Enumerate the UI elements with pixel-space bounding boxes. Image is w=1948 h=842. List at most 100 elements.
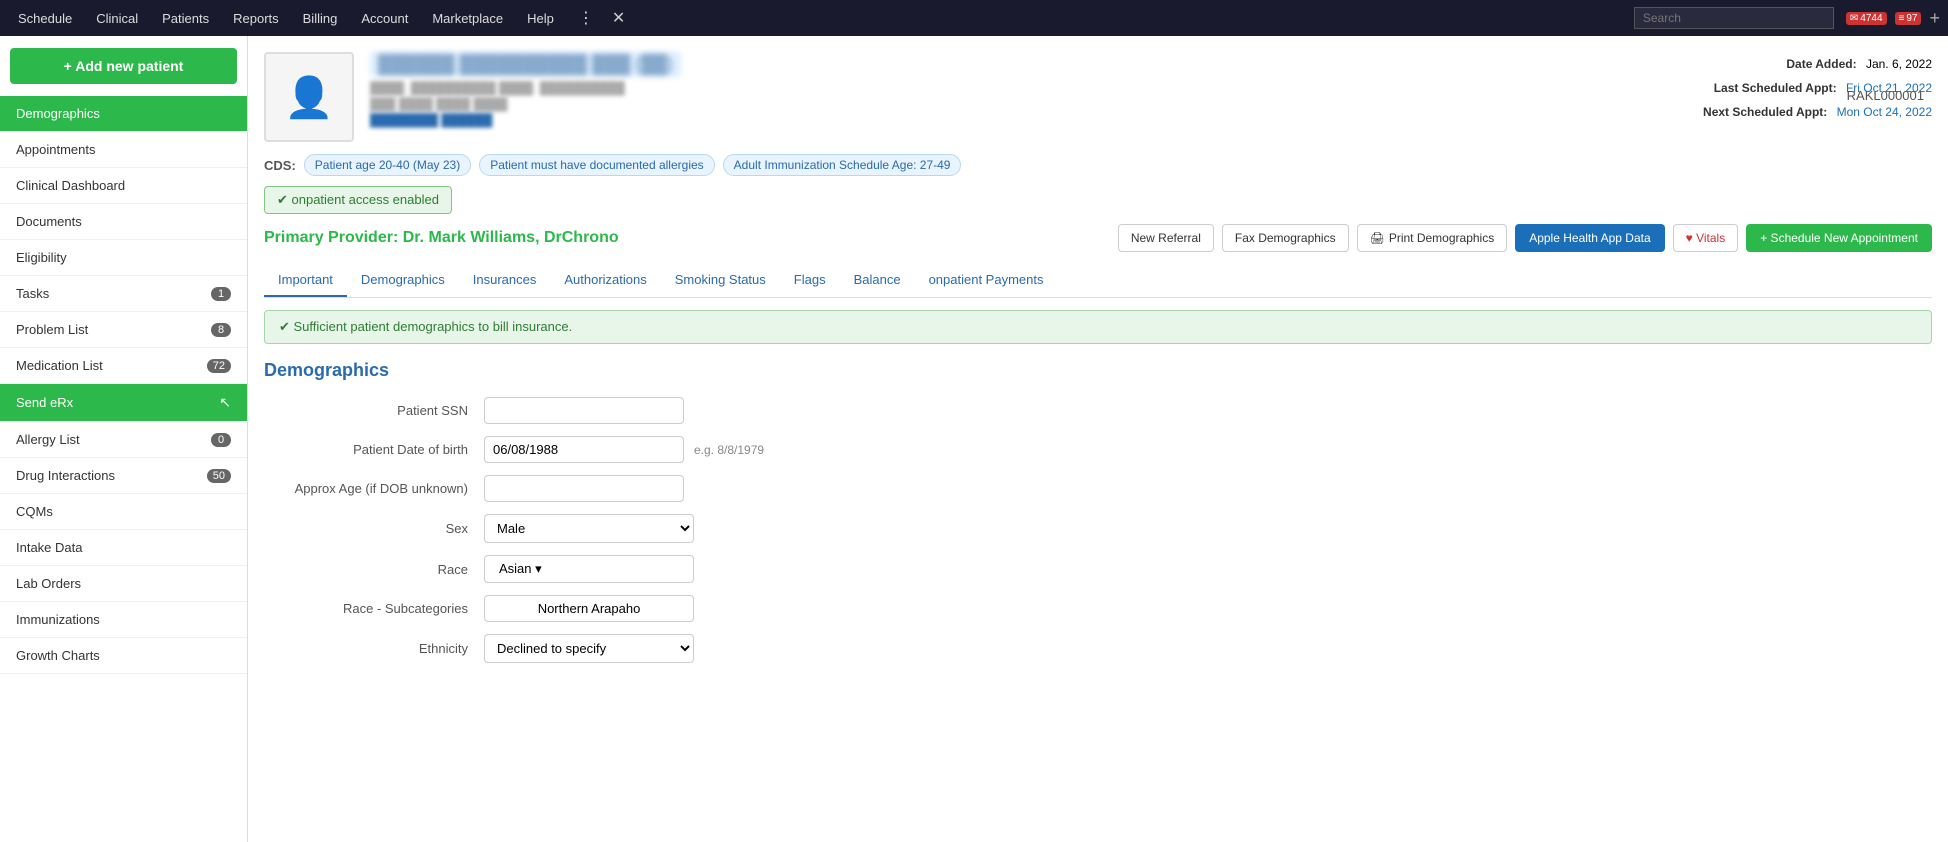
cds-tag-0[interactable]: Patient age 20-40 (May 23) bbox=[304, 154, 471, 176]
nav-extra-icon[interactable]: ⋮ bbox=[568, 4, 604, 32]
ethnicity-row: Ethnicity Declined to specify Hispanic N… bbox=[264, 634, 964, 663]
next-appt-value[interactable]: Mon Oct 24, 2022 bbox=[1837, 105, 1932, 119]
sidebar-item-allergy-list[interactable]: Allergy List 0 bbox=[0, 422, 247, 458]
nav-schedule[interactable]: Schedule bbox=[8, 7, 82, 30]
cds-tag-2[interactable]: Adult Immunization Schedule Age: 27-49 bbox=[723, 154, 962, 176]
nav-icons: ✉ 4744 ≡ 97 + bbox=[1846, 8, 1940, 29]
main-content: RAKL000001 👤 ██████ ██████████ ███ (██) … bbox=[248, 36, 1948, 842]
success-message: ✔ Sufficient patient demographics to bil… bbox=[264, 310, 1932, 344]
sidebar-item-growth-charts[interactable]: Growth Charts bbox=[0, 638, 247, 674]
tasks-badge: 1 bbox=[211, 287, 231, 301]
sidebar-item-eligibility[interactable]: Eligibility bbox=[0, 240, 247, 276]
cursor-icon: ↖ bbox=[219, 394, 231, 411]
last-appt-label: Last Scheduled Appt: bbox=[1714, 81, 1837, 95]
tab-smoking-status[interactable]: Smoking Status bbox=[661, 264, 780, 297]
medication-list-badge: 72 bbox=[207, 359, 231, 373]
search-input[interactable] bbox=[1634, 7, 1834, 29]
dob-input[interactable] bbox=[484, 436, 684, 463]
onpatient-badge: ✔ onpatient access enabled bbox=[264, 186, 452, 214]
schedule-appointment-button[interactable]: + Schedule New Appointment bbox=[1746, 224, 1932, 252]
demographics-section-title: Demographics bbox=[264, 360, 1932, 381]
problem-list-badge: 8 bbox=[211, 323, 231, 337]
ssn-row: Patient SSN bbox=[264, 397, 964, 424]
approx-age-label: Approx Age (if DOB unknown) bbox=[264, 481, 484, 496]
ssn-label: Patient SSN bbox=[264, 403, 484, 418]
tab-authorizations[interactable]: Authorizations bbox=[550, 264, 660, 297]
sidebar-label-send-erx: Send eRx bbox=[16, 395, 73, 410]
provider-text: Primary Provider: Dr. Mark Williams, DrC… bbox=[264, 229, 619, 247]
cds-row: CDS: Patient age 20-40 (May 23) Patient … bbox=[264, 154, 1932, 176]
sidebar-label-tasks: Tasks bbox=[16, 286, 49, 301]
sidebar-item-demographics[interactable]: Demographics bbox=[0, 96, 247, 132]
nav-clinical[interactable]: Clinical bbox=[86, 7, 148, 30]
tab-flags[interactable]: Flags bbox=[780, 264, 840, 297]
tab-insurances[interactable]: Insurances bbox=[459, 264, 551, 297]
sidebar-label-medication-list: Medication List bbox=[16, 358, 103, 373]
sidebar-item-problem-list[interactable]: Problem List 8 bbox=[0, 312, 247, 348]
ssn-input[interactable] bbox=[484, 397, 684, 424]
sidebar-item-send-erx[interactable]: Send eRx ↖ bbox=[0, 384, 247, 422]
nav-help[interactable]: Help bbox=[517, 7, 564, 30]
sidebar-label-appointments: Appointments bbox=[16, 142, 96, 157]
approx-age-row: Approx Age (if DOB unknown) bbox=[264, 475, 964, 502]
tab-important[interactable]: Important bbox=[264, 264, 347, 297]
nav-reports[interactable]: Reports bbox=[223, 7, 289, 30]
add-patient-button[interactable]: + Add new patient bbox=[10, 48, 237, 84]
race-row: Race Asian ▾ bbox=[264, 555, 964, 583]
nav-marketplace[interactable]: Marketplace bbox=[422, 7, 513, 30]
cds-label: CDS: bbox=[264, 158, 296, 173]
nav-close-icon[interactable]: ✕ bbox=[612, 8, 625, 28]
tab-demographics[interactable]: Demographics bbox=[347, 264, 459, 297]
sidebar-item-clinical-dashboard[interactable]: Clinical Dashboard bbox=[0, 168, 247, 204]
sidebar-label-growth-charts: Growth Charts bbox=[16, 648, 100, 663]
date-added-value: Jan. 6, 2022 bbox=[1866, 57, 1932, 71]
race-dropdown[interactable]: Asian ▾ bbox=[484, 555, 694, 583]
nav-patients[interactable]: Patients bbox=[152, 7, 219, 30]
sidebar-item-tasks[interactable]: Tasks 1 bbox=[0, 276, 247, 312]
dob-row: Patient Date of birth e.g. 8/8/1979 bbox=[264, 436, 964, 463]
tab-onpatient-payments[interactable]: onpatient Payments bbox=[915, 264, 1058, 297]
sidebar-label-allergy-list: Allergy List bbox=[16, 432, 80, 447]
sidebar-item-appointments[interactable]: Appointments bbox=[0, 132, 247, 168]
sidebar-item-lab-orders[interactable]: Lab Orders bbox=[0, 566, 247, 602]
race-subcat-label: Race - Subcategories bbox=[264, 601, 484, 616]
provider-actions: New Referral Fax Demographics 🖨 Print De… bbox=[1118, 224, 1932, 252]
sidebar-item-intake-data[interactable]: Intake Data bbox=[0, 530, 247, 566]
sidebar-label-drug-interactions: Drug Interactions bbox=[16, 468, 115, 483]
sidebar-item-cqms[interactable]: CQMs bbox=[0, 494, 247, 530]
sidebar-label-cqms: CQMs bbox=[16, 504, 53, 519]
fax-demographics-button[interactable]: Fax Demographics bbox=[1222, 224, 1349, 252]
sidebar-item-documents[interactable]: Documents bbox=[0, 204, 247, 240]
patient-header: 👤 ██████ ██████████ ███ (██) ████: █████… bbox=[264, 52, 1932, 142]
sex-select[interactable]: Male Female Other bbox=[484, 514, 694, 543]
dob-label: Patient Date of birth bbox=[264, 442, 484, 457]
patient-info: ██████ ██████████ ███ (██) ████: ███████… bbox=[370, 52, 1703, 129]
patient-details-2: ███ ████ ████ ████ bbox=[370, 97, 1703, 111]
cds-tag-1[interactable]: Patient must have documented allergies bbox=[479, 154, 714, 176]
add-icon[interactable]: + bbox=[1929, 8, 1940, 29]
nav-billing[interactable]: Billing bbox=[293, 7, 348, 30]
tab-balance[interactable]: Balance bbox=[840, 264, 915, 297]
race-subcategory-button[interactable]: Northern Arapaho bbox=[484, 595, 694, 622]
apple-health-button[interactable]: Apple Health App Data bbox=[1515, 224, 1664, 252]
patient-id: RAKL000001 bbox=[1847, 88, 1924, 103]
sidebar-item-immunizations[interactable]: Immunizations bbox=[0, 602, 247, 638]
vitals-button[interactable]: ♥ Vitals bbox=[1673, 224, 1739, 252]
main-layout: + Add new patient Demographics Appointme… bbox=[0, 36, 1948, 842]
sex-label: Sex bbox=[264, 521, 484, 536]
print-demographics-button[interactable]: 🖨 Print Demographics bbox=[1357, 224, 1508, 252]
sidebar-item-medication-list[interactable]: Medication List 72 bbox=[0, 348, 247, 384]
patient-details-3: ████████ ██████ bbox=[370, 113, 1703, 127]
new-referral-button[interactable]: New Referral bbox=[1118, 224, 1214, 252]
sidebar-label-documents: Documents bbox=[16, 214, 82, 229]
drug-interactions-badge: 50 bbox=[207, 469, 231, 483]
sidebar-label-immunizations: Immunizations bbox=[16, 612, 100, 627]
patient-details-1: ████: ██████████ ████: ██████████ bbox=[370, 81, 1703, 95]
sidebar-label-clinical-dashboard: Clinical Dashboard bbox=[16, 178, 125, 193]
email-badge[interactable]: ✉ 4744 bbox=[1846, 12, 1887, 25]
nav-account[interactable]: Account bbox=[351, 7, 418, 30]
sidebar-item-drug-interactions[interactable]: Drug Interactions 50 bbox=[0, 458, 247, 494]
approx-age-input[interactable] bbox=[484, 475, 684, 502]
ethnicity-select[interactable]: Declined to specify Hispanic Not Hispani… bbox=[484, 634, 694, 663]
notification-badge[interactable]: ≡ 97 bbox=[1895, 12, 1922, 25]
